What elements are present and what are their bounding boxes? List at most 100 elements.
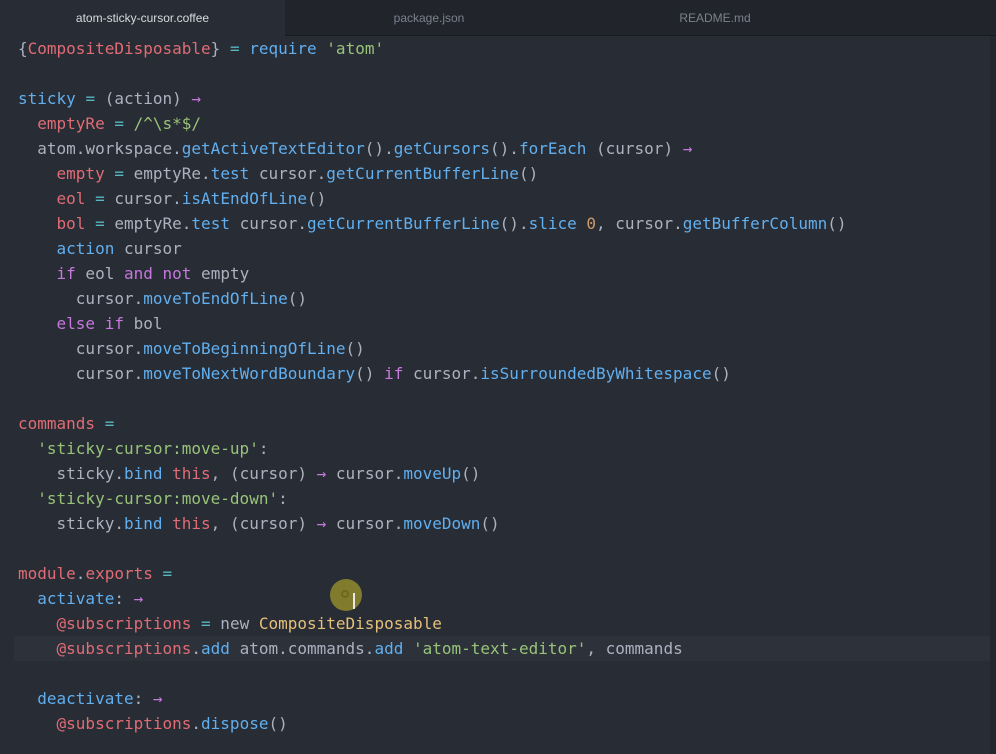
code-token: and [123,264,153,283]
code-token: cursor. [18,364,144,383]
code-token: test [191,214,230,233]
ibeam-cursor-icon [353,593,355,609]
code-token: emptyRe. [123,164,211,183]
code-token: , (cursor) [210,514,317,533]
code-token: = [95,214,105,233]
code-token: 'sticky-cursor:move-down' [37,489,279,508]
code-token: exports [85,564,153,583]
code-token: require [249,39,317,58]
code-token: () [287,289,307,308]
code-token: moveToEndOfLine [143,289,288,308]
code-token: moveToBeginningOfLine [143,339,346,358]
code-token: eol [75,264,124,283]
code-line[interactable]: sticky = (action) → [18,86,201,111]
code-line[interactable]: sticky.bind this, (cursor) → cursor.move… [18,511,500,536]
code-token: bind [123,464,163,483]
code-line[interactable]: deactivate: → [18,686,162,711]
code-line[interactable]: cursor.moveToNextWordBoundary() if curso… [18,361,731,386]
tab-atom-sticky-cursor-coffee[interactable]: atom-sticky-cursor.coffee [0,0,285,36]
code-token: action [56,239,115,258]
code-token: cursor. [18,339,144,358]
code-line[interactable]: atom.workspace.getActiveTextEditor().get… [18,136,692,161]
code-line[interactable]: @subscriptions.add atom.commands.add 'at… [18,636,683,661]
code-token: → [316,514,327,533]
code-token: (). [490,139,519,158]
code-line[interactable]: empty = emptyRe.test cursor.getCurrentBu… [18,161,539,186]
code-line[interactable]: action cursor [18,236,182,261]
code-line[interactable]: {CompositeDisposable} = require 'atom' [18,36,384,61]
code-line[interactable]: cursor.moveToEndOfLine() [18,286,307,311]
code-token: 'sticky-cursor:move-up' [37,439,259,458]
code-line[interactable]: @subscriptions = new CompositeDisposable [18,611,442,636]
code-line[interactable]: eol = cursor.isAtEndOfLine() [18,186,327,211]
code-line[interactable]: if eol and not empty [18,261,250,286]
code-token: cursor. [403,364,481,383]
code-line[interactable]: cursor.moveToBeginningOfLine() [18,336,365,361]
code-token: new [210,614,259,633]
code-token: this [172,464,211,483]
code-line[interactable]: module.exports = [18,561,172,586]
code-line[interactable]: 'sticky-cursor:move-up': [18,436,268,461]
code-token: isAtEndOfLine [181,189,308,208]
code-token: { [18,39,28,58]
code-line[interactable]: @subscriptions.dispose() [18,711,288,736]
tab-bar: atom-sticky-cursor.coffee package.json R… [0,0,996,36]
code-line[interactable]: sticky.bind this, (cursor) → cursor.move… [18,461,481,486]
code-token: getCurrentBufferLine [326,164,519,183]
code-editor[interactable]: {CompositeDisposable} = require 'atom' st… [0,36,996,754]
code-token: = [162,564,173,583]
code-token: not [162,264,192,283]
code-token: () [355,364,385,383]
code-token: , commands [586,639,683,658]
code-line[interactable]: bol = emptyRe.test cursor.getCurrentBuff… [18,211,847,236]
code-token: @subscriptions [56,714,192,733]
code-token: cursor. [326,514,404,533]
code-token: @subscriptions [56,639,192,658]
code-token: moveUp [403,464,462,483]
code-token: (). [499,214,529,233]
code-token: this [172,514,211,533]
code-token: = [85,89,96,108]
code-token: add [201,639,230,658]
code-token: cursor. [229,214,308,233]
code-token: = [114,114,124,133]
code-token: getCursors [393,139,491,158]
code-line[interactable]: else if bol [18,311,163,336]
code-token: (cursor) [586,139,683,158]
code-token: slice [528,214,577,233]
code-line[interactable]: activate: → [18,586,143,611]
code-token: add [374,639,404,658]
code-line[interactable]: 'sticky-cursor:move-down': [18,486,287,511]
code-token: CompositeDisposable [27,39,211,58]
tab-package-json[interactable]: package.json [285,0,573,36]
code-token: module [18,564,76,583]
editor-scrollbar-track[interactable] [990,36,996,754]
tab-readme-md[interactable]: README.md [573,0,857,36]
code-token: forEach [518,139,587,158]
code-token: emptyRe [37,114,105,133]
code-token: () [268,714,288,733]
code-token: . [75,564,86,583]
code-line[interactable]: emptyRe = /^\s*$/ [18,111,201,136]
code-token: → [133,589,144,608]
code-token: 0 [586,214,597,233]
code-line[interactable]: commands = [18,411,114,436]
code-token: sticky. [18,464,124,483]
